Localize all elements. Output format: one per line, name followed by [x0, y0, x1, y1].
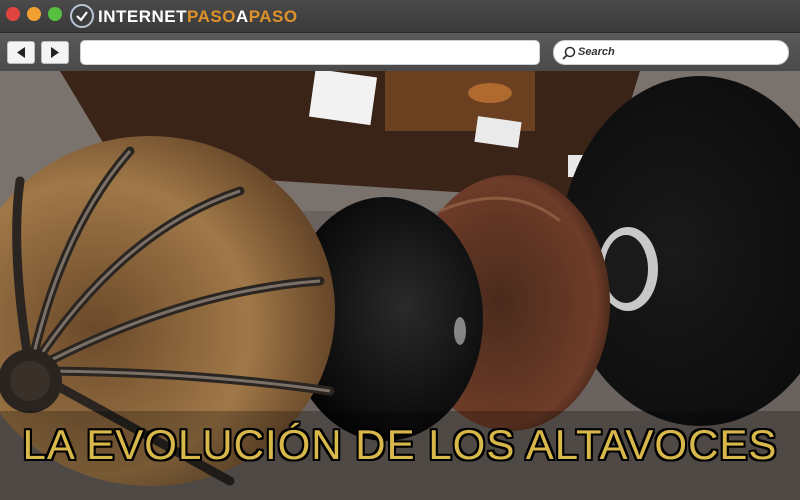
browser-toolbar: Search: [0, 33, 800, 71]
arrow-right-icon: [51, 47, 59, 58]
search-placeholder: Search: [578, 46, 615, 58]
brand-logo-icon: [70, 4, 94, 28]
url-bar[interactable]: [80, 40, 540, 65]
minimize-window-button[interactable]: [27, 7, 41, 21]
brand-part-paso: PASO: [187, 7, 236, 26]
close-window-button[interactable]: [6, 7, 20, 21]
hero-image: LA EVOLUCIÓN DE LOS ALTAVOCES: [0, 71, 800, 500]
search-icon: [562, 46, 576, 60]
back-button[interactable]: [7, 41, 35, 64]
hero-headline: LA EVOLUCIÓN DE LOS ALTAVOCES: [22, 421, 778, 468]
brand-part-paso-2: PASO: [248, 7, 298, 26]
title-bar: INTERNETPASOAPASO: [0, 0, 800, 33]
brand-name: INTERNETPASOAPASO: [98, 7, 298, 26]
search-input[interactable]: Search: [553, 40, 789, 65]
maximize-window-button[interactable]: [48, 7, 62, 21]
brand-part-a: A: [235, 7, 249, 26]
arrow-left-icon: [17, 47, 25, 58]
forward-button[interactable]: [41, 41, 69, 64]
brand-part-internet: INTERNET: [98, 7, 187, 26]
